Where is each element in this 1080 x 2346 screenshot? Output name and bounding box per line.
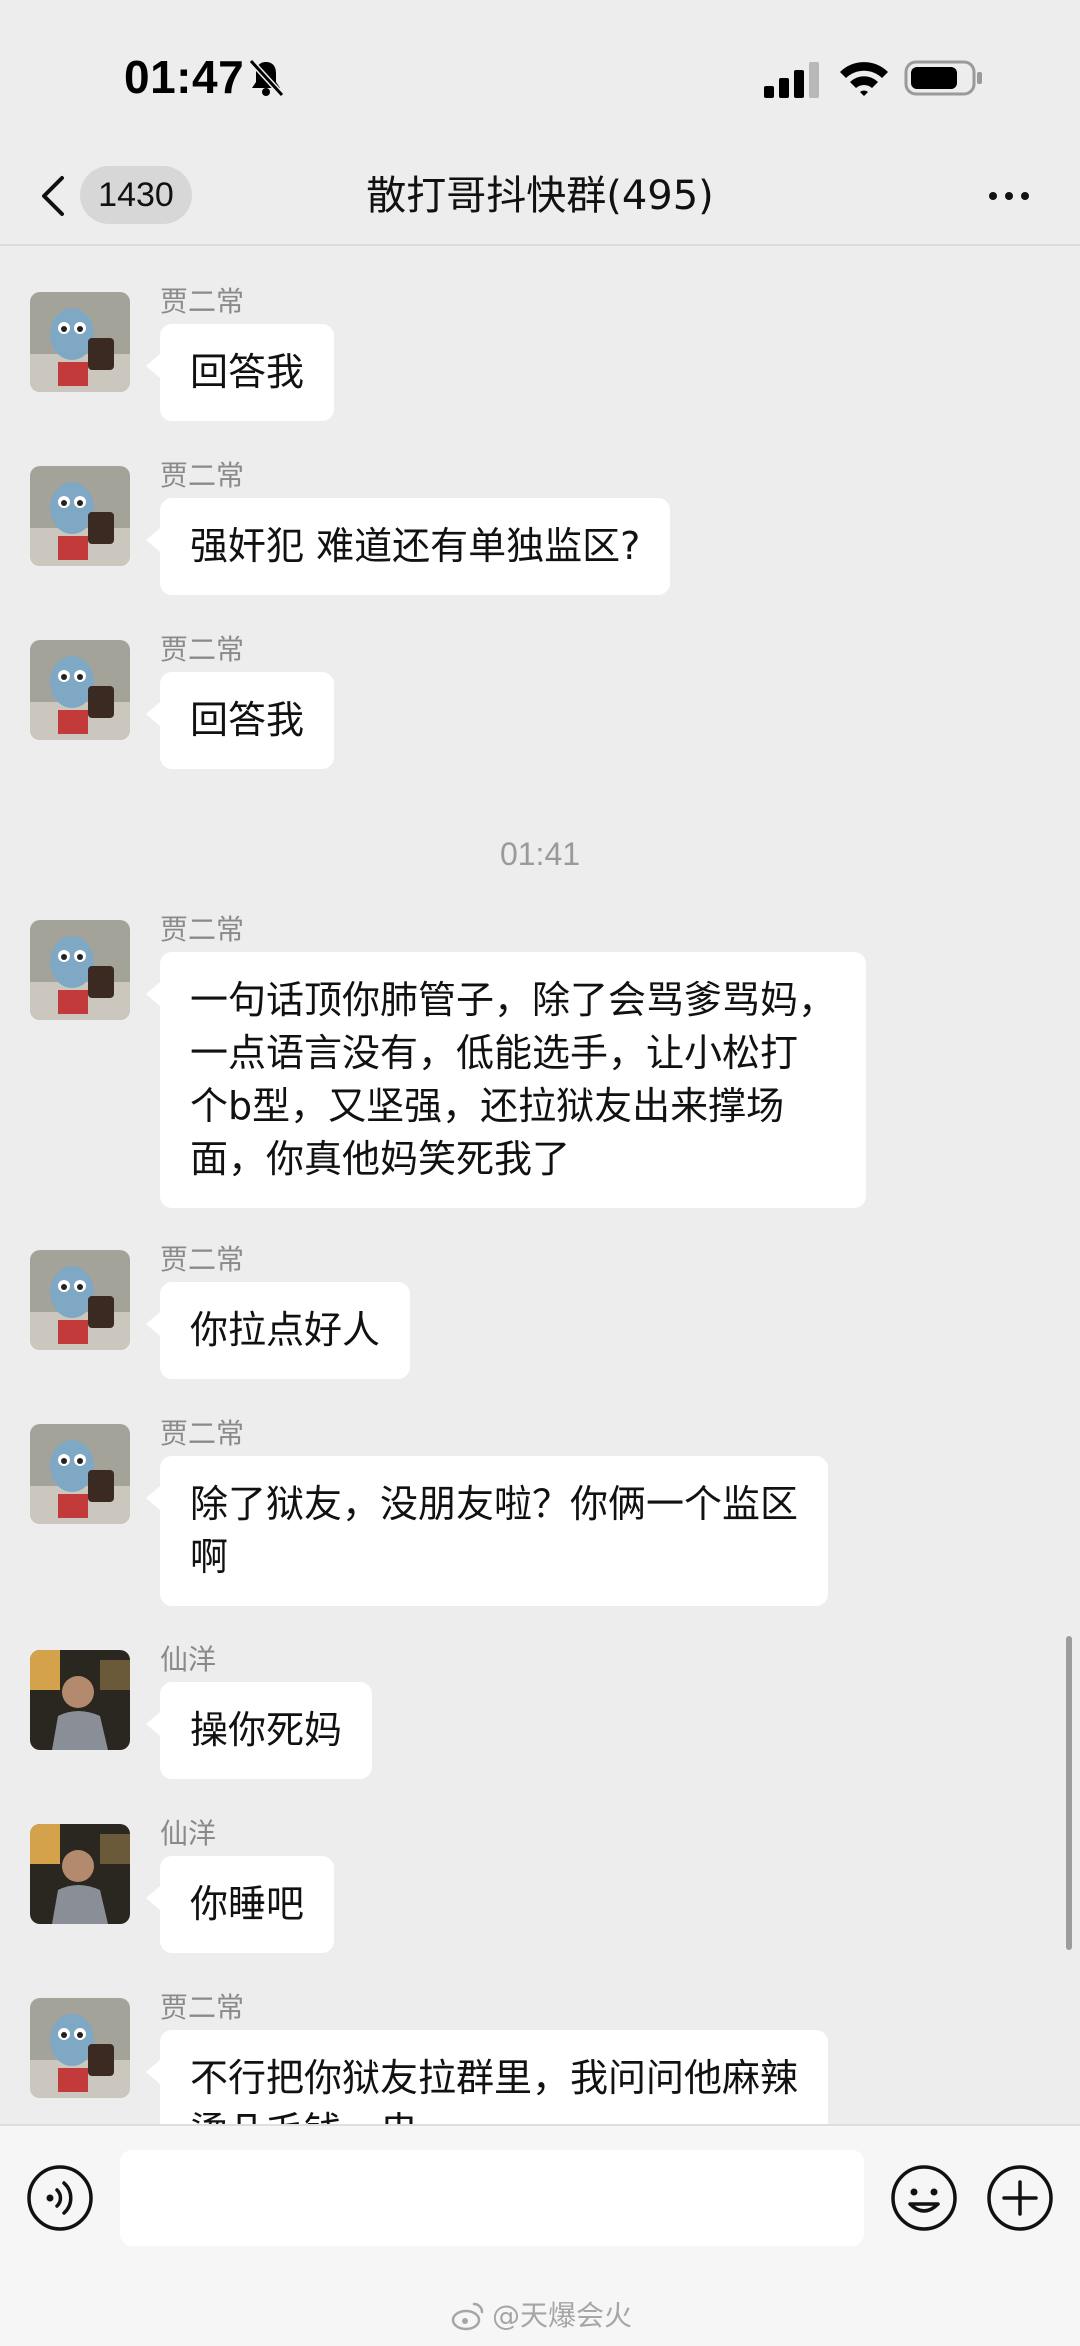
sender-name: 贾二常 (160, 633, 245, 666)
message-bubble[interactable]: 除了狱友，没朋友啦？你俩一个监区 啊 (145, 1456, 829, 1606)
cellular-signal-icon (764, 62, 819, 98)
avatar-jia[interactable] (30, 1424, 130, 1524)
sender-name: 贾二常 (160, 459, 245, 492)
status-time: 01:47 (124, 51, 245, 103)
sender-name: 贾二常 (160, 285, 245, 318)
more-options-icon[interactable] (984, 174, 1034, 218)
avatar-xian[interactable] (30, 1824, 130, 1924)
bell-mute-icon (248, 58, 285, 98)
group-title: 散打哥抖快群(495) (366, 173, 714, 219)
plus-icon[interactable] (986, 2164, 1054, 2232)
avatar-jia[interactable] (30, 1250, 130, 1350)
weibo-logo-icon (451, 2302, 484, 2331)
chat-header: 1430 散打哥抖快群(495) (0, 150, 1080, 246)
time-divider: 01:41 (499, 836, 581, 872)
sender-name: 仙洋 (160, 1643, 217, 1676)
unread-count-badge[interactable]: 1430 (80, 166, 192, 224)
message-bubble[interactable]: 回答我 (145, 324, 335, 421)
message-bubble[interactable]: 回答我 (145, 672, 335, 769)
chat-screen: 01:47 1430 散打哥抖快群(495) 贾二常 回答我 贾二常 强奸犯 难… (0, 0, 1080, 2346)
sender-name: 贾二常 (160, 1417, 245, 1450)
message-bubble[interactable]: 一句话顶你肺管子，除了会骂爹骂妈， 一点语言没有，低能选手，让小松打 个b型，又… (145, 952, 867, 1208)
input-bar: @天爆会火 (0, 2124, 1080, 2346)
message-input[interactable] (120, 2150, 864, 2246)
avatar-jia[interactable] (30, 466, 130, 566)
message-bubble[interactable]: 你拉点好人 (145, 1282, 411, 1379)
sender-name: 贾二常 (160, 1243, 245, 1276)
voice-input-icon[interactable] (26, 2164, 94, 2232)
sender-name: 贾二常 (160, 913, 245, 946)
sender-name: 贾二常 (160, 1991, 245, 2024)
message-bubble[interactable]: 操你死妈 (145, 1682, 373, 1779)
avatar-xian[interactable] (30, 1650, 130, 1750)
emoji-icon[interactable] (890, 2164, 958, 2232)
avatar-jia[interactable] (30, 640, 130, 740)
wifi-icon (840, 62, 888, 96)
message-bubble[interactable]: 你睡吧 (145, 1856, 335, 1953)
battery-icon (904, 60, 982, 96)
sender-name: 仙洋 (160, 1817, 217, 1850)
watermark: @天爆会火 (492, 2299, 633, 2332)
scrollbar[interactable] (1066, 1636, 1072, 1950)
message-bubble[interactable]: 强奸犯 难道还有单独监区? (145, 498, 671, 595)
status-bar: 01:47 (0, 0, 1080, 150)
avatar-jia[interactable] (30, 1998, 130, 2098)
avatar-jia[interactable] (30, 292, 130, 392)
back-chevron-icon[interactable] (36, 168, 70, 224)
avatar-jia[interactable] (30, 920, 130, 1020)
